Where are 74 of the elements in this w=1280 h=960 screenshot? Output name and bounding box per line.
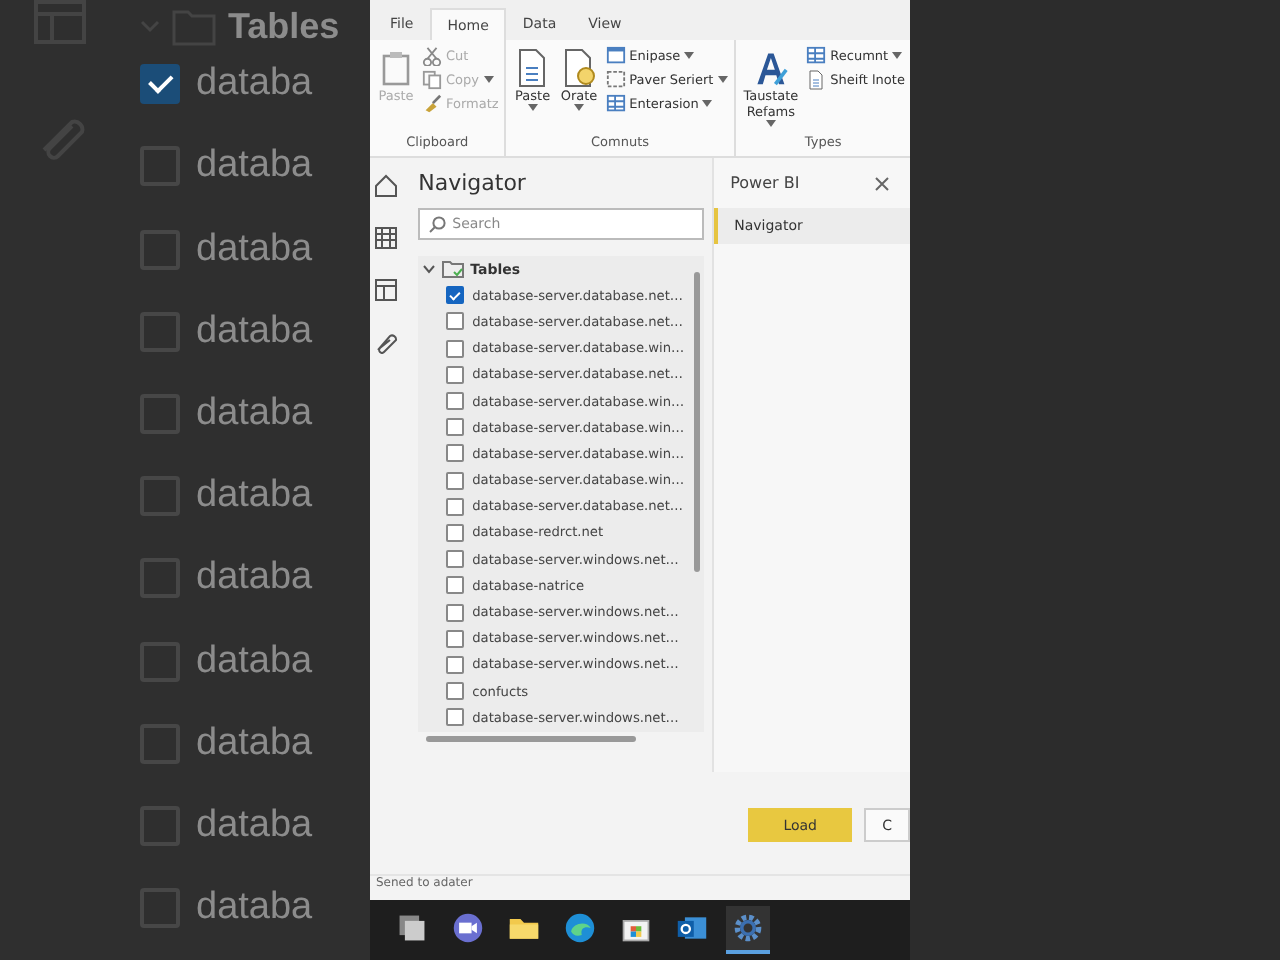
tree-item-label: databa xyxy=(196,227,313,272)
checkbox[interactable] xyxy=(140,723,180,764)
paperclip-icon xyxy=(374,330,399,354)
checkbox[interactable] xyxy=(446,603,465,622)
grid-icon xyxy=(806,46,827,66)
dialog-title: Navigator xyxy=(418,170,528,196)
checkbox[interactable] xyxy=(140,888,180,929)
checkbox[interactable] xyxy=(446,655,465,674)
video-camera-icon xyxy=(452,912,484,944)
document-icon xyxy=(514,48,551,88)
checkbox[interactable] xyxy=(140,476,180,517)
checkbox[interactable] xyxy=(140,311,180,352)
caret-icon xyxy=(765,120,776,128)
document-clock-icon xyxy=(560,48,597,88)
checkbox[interactable] xyxy=(446,444,465,463)
checkbox[interactable] xyxy=(446,312,465,331)
table-icon xyxy=(374,278,399,302)
tree-item-label: databa xyxy=(196,639,313,684)
tree-item-label: databa xyxy=(196,391,313,436)
checkbox[interactable] xyxy=(140,229,180,270)
checkbox[interactable] xyxy=(446,418,465,437)
pane-title: Power BI xyxy=(730,174,800,192)
checkbox[interactable] xyxy=(446,708,465,727)
checkbox[interactable] xyxy=(446,629,465,648)
tree-item-label: databa xyxy=(196,474,313,519)
settings-icon xyxy=(732,912,764,944)
checkbox[interactable] xyxy=(140,558,180,599)
checkbox[interactable] xyxy=(446,523,465,542)
checkbox[interactable] xyxy=(446,576,465,595)
checkbox[interactable] xyxy=(446,286,465,305)
tree-item-label: databa xyxy=(196,309,313,354)
home-icon xyxy=(374,174,399,198)
copy-icon xyxy=(422,70,442,90)
checkbox[interactable] xyxy=(140,641,180,682)
grid-icon xyxy=(605,94,626,114)
mail-icon xyxy=(676,912,708,944)
caret-icon xyxy=(527,104,538,112)
checkbox[interactable] xyxy=(446,365,465,384)
checkbox[interactable] xyxy=(140,64,180,105)
tree-item-label: databa xyxy=(196,556,313,601)
checkbox[interactable] xyxy=(446,339,465,358)
dashed-box-icon xyxy=(605,70,626,90)
window-icon xyxy=(605,46,626,66)
checkbox[interactable] xyxy=(446,497,465,516)
window-stack-icon xyxy=(396,912,428,944)
checkbox[interactable] xyxy=(446,471,465,490)
caret-icon xyxy=(573,104,584,112)
close-icon xyxy=(874,175,890,191)
tree-item-label: databa xyxy=(196,62,313,107)
letter-a-icon xyxy=(752,48,789,88)
caret-icon xyxy=(717,76,728,84)
tree-item-label: databa xyxy=(196,144,313,189)
caret-icon xyxy=(702,100,713,108)
clipboard-icon xyxy=(378,48,414,88)
checkbox[interactable] xyxy=(140,805,180,846)
search-icon xyxy=(428,216,447,234)
checkbox[interactable] xyxy=(140,393,180,434)
checkbox[interactable] xyxy=(446,392,465,411)
scissors-icon xyxy=(422,46,442,66)
grid-icon xyxy=(374,226,399,250)
browser-icon xyxy=(564,912,596,944)
checkbox[interactable] xyxy=(446,550,465,569)
checkbox[interactable] xyxy=(140,146,180,187)
document-icon xyxy=(806,70,827,90)
caret-icon xyxy=(684,52,695,60)
tree-item-label: databa xyxy=(196,803,313,848)
brush-icon xyxy=(422,94,442,114)
tree-heading: Tables xyxy=(228,5,340,48)
checkbox[interactable] xyxy=(446,682,465,701)
tree-item-label: databa xyxy=(196,886,313,931)
caret-icon xyxy=(483,76,493,84)
caret-icon xyxy=(892,52,903,60)
tree-item-label: databa xyxy=(196,721,313,766)
close-button[interactable] xyxy=(874,175,890,191)
